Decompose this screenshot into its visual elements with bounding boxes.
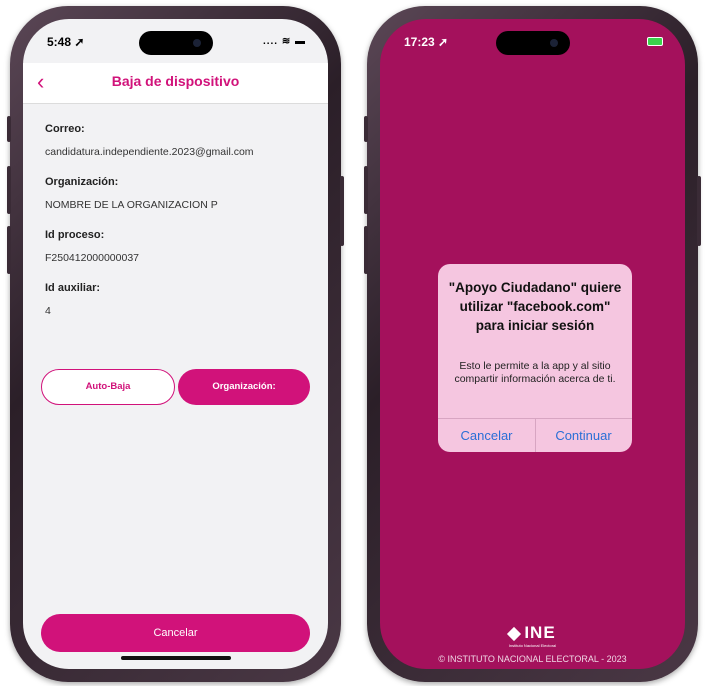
dynamic-island <box>495 31 570 55</box>
ine-logo-text: INE <box>524 623 556 642</box>
alert-title: "Apoyo Ciudadano" quiere utilizar "faceb… <box>448 280 622 333</box>
alert-continue-button[interactable]: Continuar <box>535 419 632 452</box>
volume-down-button <box>7 226 11 274</box>
auxiliary-id-label: Id auxiliar: <box>45 282 101 294</box>
organization-button[interactable]: Organización: <box>178 369 310 405</box>
volume-down-button <box>364 226 368 274</box>
right-phone: 17:23 ➚ "Apoyo Ciudadano" quiere utiliza… <box>364 6 701 682</box>
dynamic-island <box>138 31 213 55</box>
ine-logo-subtitle: Instituto Nacional Electoral <box>508 643 557 648</box>
organization-label: Organización: <box>45 176 119 188</box>
left-screen: 5:48 ➚ .... ≋ ▬ ‹ Baja de dispositivo Co… <box>23 19 328 669</box>
action-button <box>7 116 11 142</box>
status-time: 17:23 ➚ <box>404 35 449 49</box>
status-time: 5:48 ➚ <box>47 35 85 49</box>
auxiliary-id-value: 4 <box>45 305 51 317</box>
process-id-value: F250412000000037 <box>45 252 140 264</box>
email-label: Correo: <box>45 123 85 135</box>
right-screen: 17:23 ➚ "Apoyo Ciudadano" quiere utiliza… <box>380 19 685 669</box>
email-value: candidatura.independiente.2023@gmail.com <box>45 146 254 158</box>
ine-diamond-icon <box>507 626 522 641</box>
ine-logo: INE <box>380 623 685 643</box>
page-title: Baja de dispositivo <box>111 73 240 89</box>
power-button <box>697 176 701 246</box>
volume-up-button <box>7 166 11 214</box>
device-info: Correo: candidatura.independiente.2023@g… <box>45 123 314 335</box>
volume-up-button <box>364 166 368 214</box>
navigation-bar: ‹ Baja de dispositivo <box>23 63 328 104</box>
copyright-footer: © INSTITUTO NACIONAL ELECTORAL - 2023 <box>438 654 627 664</box>
permission-alert: "Apoyo Ciudadano" quiere utilizar "faceb… <box>438 264 632 452</box>
process-id-label: Id proceso: <box>45 229 105 241</box>
organization-value: NOMBRE DE LA ORGANIZACION P <box>45 199 218 211</box>
home-indicator[interactable] <box>120 656 231 660</box>
left-phone: 5:48 ➚ .... ≋ ▬ ‹ Baja de dispositivo Co… <box>7 6 344 682</box>
action-buttons: Auto-Baja Organización: <box>41 369 310 405</box>
power-button <box>340 176 344 246</box>
auto-baja-button[interactable]: Auto-Baja <box>41 369 175 405</box>
alert-message: Esto le permite a la app y al sitio comp… <box>454 360 616 385</box>
battery-icon <box>647 36 663 47</box>
cancel-button[interactable]: Cancelar <box>41 614 310 652</box>
signal-wifi-battery-icon: .... ≋ ▬ <box>262 36 306 47</box>
alert-cancel-button[interactable]: Cancelar <box>438 419 535 452</box>
action-button <box>364 116 368 142</box>
